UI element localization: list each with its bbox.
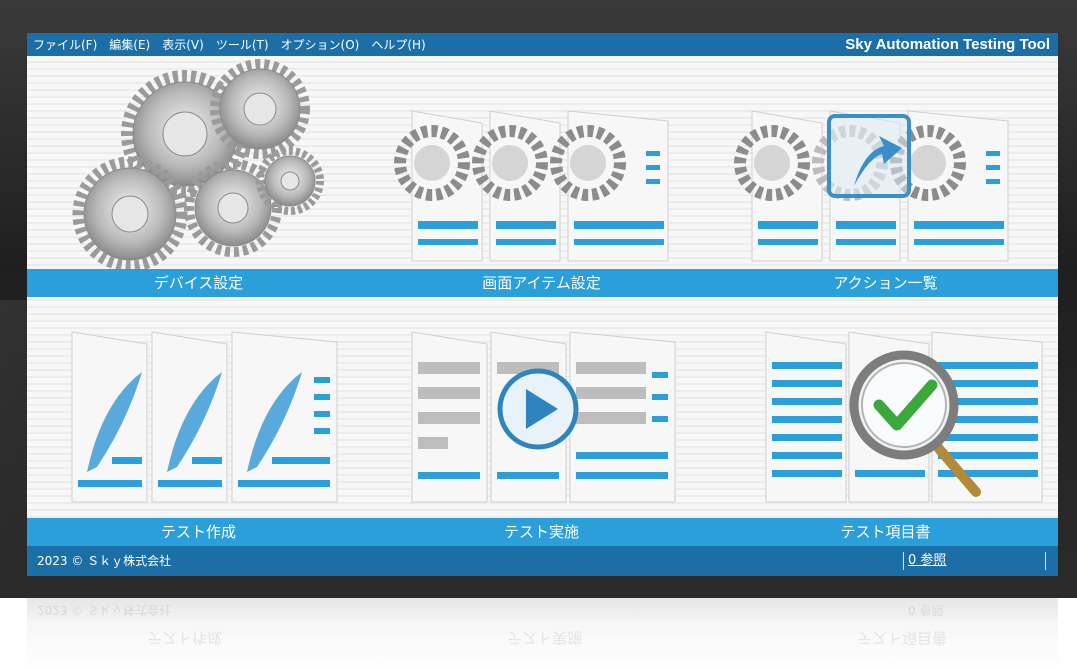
tile-label-test-create[interactable]: テスト作成 bbox=[27, 518, 370, 546]
reflection-link: 0 参照 bbox=[908, 603, 944, 617]
reflection-copyright: 2023 © Ｓｋｙ株式会社 bbox=[37, 603, 172, 617]
app-title: Sky Automation Testing Tool bbox=[845, 36, 1050, 53]
reflection-bar bbox=[27, 598, 1058, 620]
reflection-label-test-create: テスト作成 bbox=[147, 629, 223, 647]
tile-label-test-run[interactable]: テスト実施 bbox=[370, 518, 713, 546]
menu-options[interactable]: オプション(O) bbox=[275, 36, 366, 53]
screen-items-icon bbox=[394, 110, 669, 262]
status-separator bbox=[903, 552, 904, 570]
play-pages-icon bbox=[411, 331, 676, 503]
copyright-text: 2023 © Ｓｋｙ株式会社 bbox=[37, 554, 172, 568]
tile-test-run[interactable] bbox=[370, 297, 714, 518]
tile-test-create[interactable] bbox=[27, 297, 370, 518]
menu-tools[interactable]: ツール(T) bbox=[210, 36, 275, 53]
tile-label-device-settings[interactable]: デバイス設定 bbox=[27, 269, 370, 297]
row2-label-band: テスト作成 テスト実施 テスト項目書 bbox=[27, 518, 1058, 546]
action-list-icon bbox=[734, 110, 1009, 262]
row1-label-band: デバイス設定 画面アイテム設定 アクション一覧 bbox=[27, 269, 1058, 297]
tile-label-test-items[interactable]: テスト項目書 bbox=[714, 518, 1057, 546]
reference-link[interactable]: 0 参照 bbox=[908, 546, 946, 576]
tile-test-items[interactable] bbox=[714, 297, 1058, 518]
menu-edit[interactable]: 編集(E) bbox=[103, 36, 156, 53]
menu-view[interactable]: 表示(V) bbox=[156, 36, 210, 53]
status-bar: 2023 © Ｓｋｙ株式会社 0 参照 bbox=[27, 546, 1058, 576]
magnifier-check-icon bbox=[765, 331, 1043, 503]
gears-icon bbox=[72, 59, 324, 269]
tile-device-settings[interactable] bbox=[27, 56, 370, 269]
screen-reflection: 2023 © Ｓｋｙ株式会社 0 参照 テスト作成 テスト実施 テスト項目書 bbox=[27, 598, 1058, 670]
menu-file[interactable]: ファイル(F) bbox=[27, 36, 103, 53]
status-separator-end bbox=[1045, 552, 1046, 570]
quill-pages-icon bbox=[71, 331, 338, 503]
menu-bar: ファイル(F) 編集(E) 表示(V) ツール(T) オプション(O) ヘルプ(… bbox=[27, 33, 1058, 56]
reflection-label-test-run: テスト実施 bbox=[507, 629, 583, 647]
tile-action-list[interactable] bbox=[714, 56, 1058, 269]
tile-label-screen-item-settings[interactable]: 画面アイテム設定 bbox=[370, 269, 713, 297]
tile-screen-item-settings[interactable] bbox=[370, 56, 714, 269]
tile-label-action-list[interactable]: アクション一覧 bbox=[714, 269, 1057, 297]
main-content: デバイス設定 画面アイテム設定 アクション一覧 テスト作成 テスト実施 テスト項… bbox=[27, 56, 1058, 546]
menu-help[interactable]: ヘルプ(H) bbox=[365, 36, 431, 53]
reflection-label-test-items: テスト項目書 bbox=[857, 629, 948, 647]
app-window: ファイル(F) 編集(E) 表示(V) ツール(T) オプション(O) ヘルプ(… bbox=[27, 33, 1058, 576]
